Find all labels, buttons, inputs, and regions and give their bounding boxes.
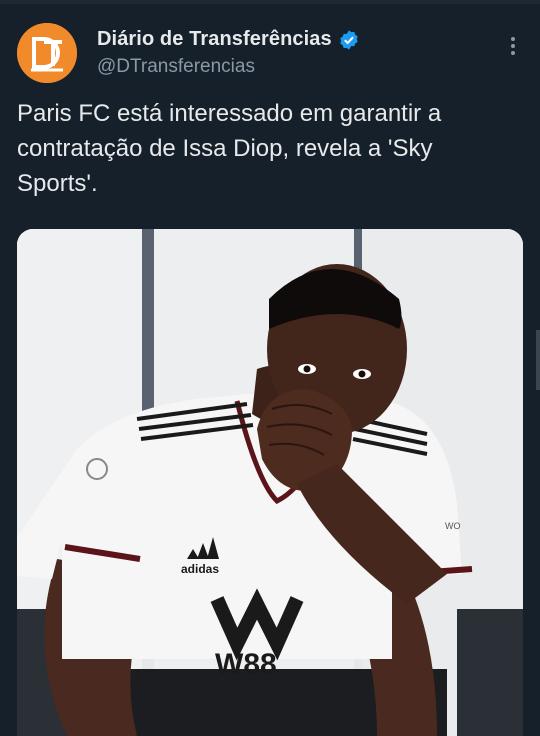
tweet-image[interactable]: W88 adidas WO [17,229,523,736]
scrollbar[interactable] [536,330,540,390]
verified-badge-icon [340,29,358,50]
more-options-icon[interactable] [509,37,517,59]
avatar-logo-icon [17,23,77,83]
brand-text: adidas [181,562,219,576]
tweet-header: Diário de Transferências @DTransferencia… [17,23,527,83]
avatar[interactable] [17,23,77,83]
user-handle[interactable]: @DTransferencias [97,56,255,78]
name-row: Diário de Transferências [97,28,360,51]
display-name[interactable]: Diário de Transferências [97,28,332,51]
sponsor-text: W88 [215,648,277,681]
top-divider [0,0,540,4]
tweet-text: Paris FC está interessado em garantir a … [17,100,442,197]
sleeve-text: WO [445,521,461,531]
